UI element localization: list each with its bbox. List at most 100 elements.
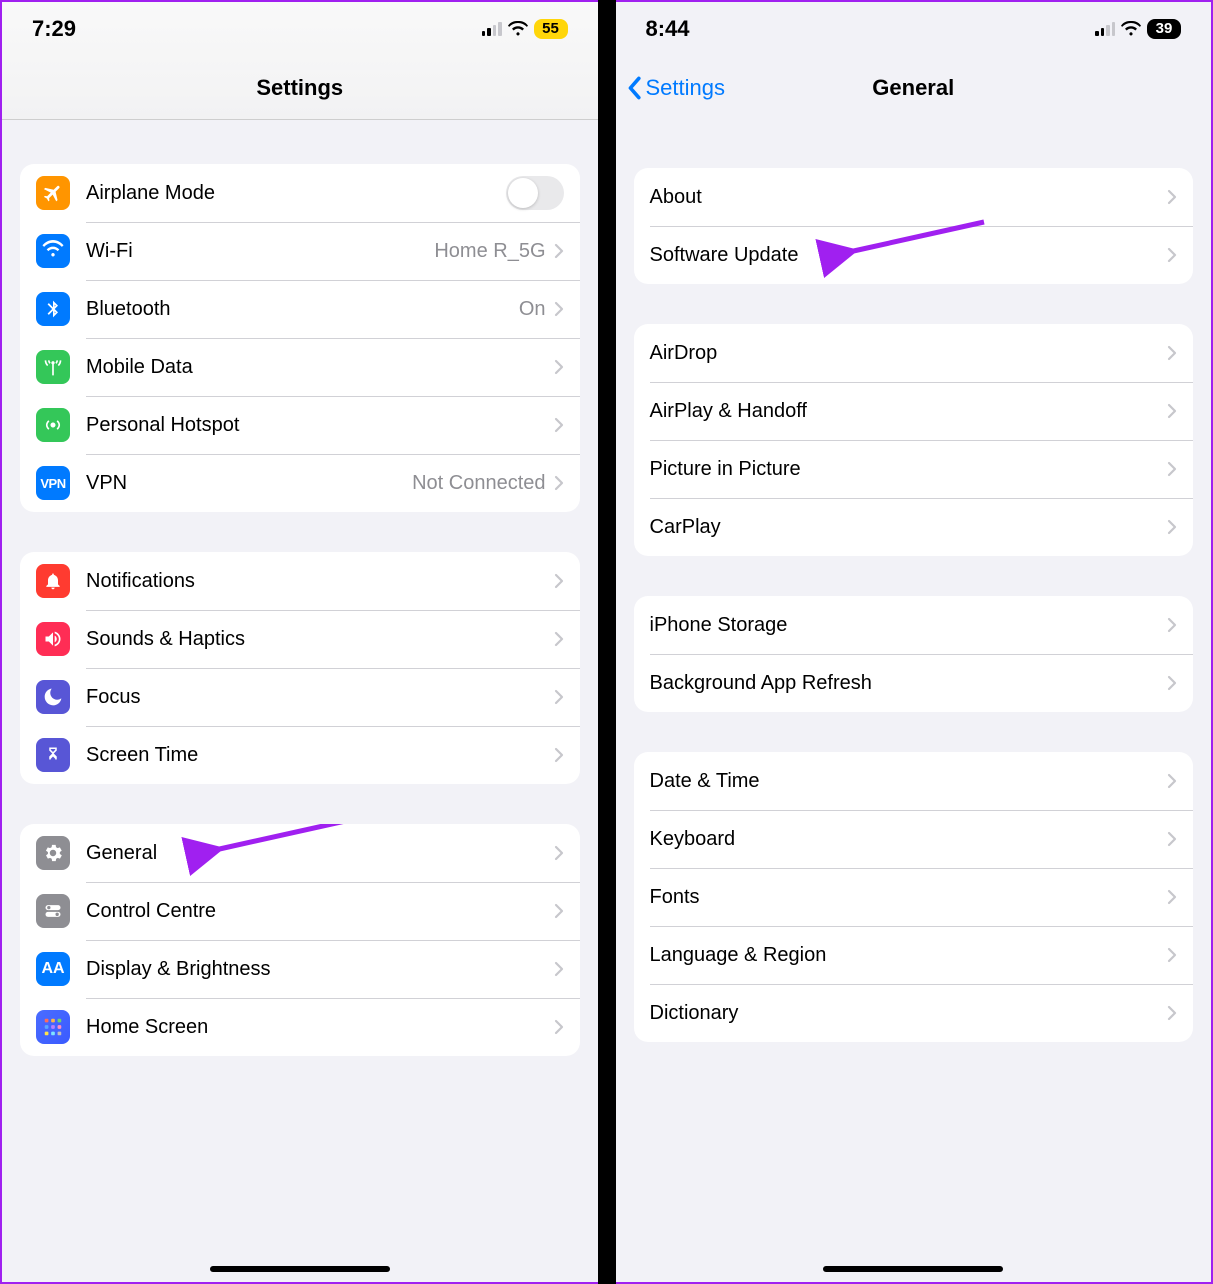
row-wifi[interactable]: Wi-Fi Home R_5G: [20, 222, 580, 280]
chevron-right-icon: [1167, 1005, 1177, 1021]
home-indicator[interactable]: [210, 1266, 390, 1272]
row-label: Focus: [86, 686, 140, 709]
back-label: Settings: [646, 75, 726, 101]
row-detail: Home R_5G: [434, 240, 545, 263]
row-home[interactable]: Home Screen: [20, 998, 580, 1056]
nav-bar: Settings General: [616, 56, 1212, 120]
row-label: Dictionary: [650, 1002, 739, 1025]
signal-icon: [1095, 22, 1115, 36]
chevron-right-icon: [554, 689, 564, 705]
chevron-right-icon: [554, 359, 564, 375]
back-button[interactable]: Settings: [626, 75, 726, 101]
settings-group: Date & Time Keyboard FontsLanguage & Regio…: [634, 752, 1194, 1042]
settings-group: Airplane Mode Wi-Fi Home R_5G Bluetooth On Mo…: [20, 164, 580, 512]
annotation-arrow: [200, 824, 360, 867]
image-divider: [598, 0, 616, 1284]
row-airplane[interactable]: Airplane Mode: [20, 164, 580, 222]
top-area: 7:29 55 Settings: [2, 2, 598, 120]
chevron-right-icon: [1167, 947, 1177, 963]
general-screen: 8:44 39 Settings General About Software U…: [616, 0, 1213, 1284]
row-detail: On: [519, 298, 546, 321]
row-label: Keyboard: [650, 828, 736, 851]
row-sounds[interactable]: Sounds & Haptics: [20, 610, 580, 668]
row-carplay[interactable]: CarPlay: [634, 498, 1194, 556]
row-label: Date & Time: [650, 770, 760, 793]
row-lang[interactable]: Language & Region: [634, 926, 1194, 984]
row-mobile[interactable]: Mobile Data: [20, 338, 580, 396]
row-hotspot[interactable]: Personal Hotspot: [20, 396, 580, 454]
grid-icon: [36, 1010, 70, 1044]
row-storage[interactable]: iPhone Storage: [634, 596, 1194, 654]
row-control[interactable]: Control Centre: [20, 882, 580, 940]
chevron-left-icon: [626, 76, 642, 100]
settings-group: General Control Centre AADisplay & Brightn…: [20, 824, 580, 1056]
row-notifications[interactable]: Notifications: [20, 552, 580, 610]
general-list[interactable]: About Software Update AirDrop AirPlay & Han…: [616, 120, 1212, 1282]
settings-group: Notifications Sounds & Haptics Focus Screen…: [20, 552, 580, 784]
chevron-right-icon: [1167, 247, 1177, 263]
bluetooth-icon: [36, 292, 70, 326]
home-indicator[interactable]: [823, 1266, 1003, 1272]
chevron-right-icon: [554, 747, 564, 763]
row-label: Bluetooth: [86, 298, 171, 321]
row-vpn[interactable]: VPNVPNNot Connected: [20, 454, 580, 512]
row-screentime[interactable]: Screen Time: [20, 726, 580, 784]
chevron-right-icon: [1167, 345, 1177, 361]
row-refresh[interactable]: Background App Refresh: [634, 654, 1194, 712]
row-label: AirPlay & Handoff: [650, 400, 808, 423]
chevron-right-icon: [554, 417, 564, 433]
hourglass-icon: [36, 738, 70, 772]
wifi-status-icon: [1121, 21, 1141, 37]
row-airplay[interactable]: AirPlay & Handoff: [634, 382, 1194, 440]
row-label: Wi-Fi: [86, 240, 133, 263]
settings-screen: 7:29 55 Settings Airplane Mode Wi-Fi Home …: [0, 0, 598, 1284]
row-label: Control Centre: [86, 900, 216, 923]
row-airdrop[interactable]: AirDrop: [634, 324, 1194, 382]
row-label: Picture in Picture: [650, 458, 801, 481]
status-indicators: 55: [482, 19, 568, 39]
chevron-right-icon: [554, 903, 564, 919]
row-pip[interactable]: Picture in Picture: [634, 440, 1194, 498]
row-about[interactable]: About: [634, 168, 1194, 226]
row-label: Personal Hotspot: [86, 414, 239, 437]
toggle-switch[interactable]: [506, 176, 564, 210]
chevron-right-icon: [554, 475, 564, 491]
row-bluetooth[interactable]: Bluetooth On: [20, 280, 580, 338]
row-label: About: [650, 186, 702, 209]
row-label: CarPlay: [650, 516, 721, 539]
settings-group: AirDrop AirPlay & Handoff Picture in Pictu…: [634, 324, 1194, 556]
chevron-right-icon: [554, 243, 564, 259]
wifi-icon: [36, 234, 70, 268]
chevron-right-icon: [554, 631, 564, 647]
row-keyboard[interactable]: Keyboard: [634, 810, 1194, 868]
chevron-right-icon: [1167, 831, 1177, 847]
chevron-right-icon: [1167, 189, 1177, 205]
row-label: VPN: [86, 472, 127, 495]
status-bar: 8:44 39: [616, 2, 1212, 56]
vpn-icon: VPN: [36, 466, 70, 500]
row-dict[interactable]: Dictionary: [634, 984, 1194, 1042]
row-focus[interactable]: Focus: [20, 668, 580, 726]
row-swupdate[interactable]: Software Update: [634, 226, 1194, 284]
chevron-right-icon: [554, 961, 564, 977]
status-time: 8:44: [646, 16, 690, 42]
chevron-right-icon: [1167, 675, 1177, 691]
row-label: General: [86, 842, 157, 865]
row-general[interactable]: General: [20, 824, 580, 882]
bell-icon: [36, 564, 70, 598]
row-display[interactable]: AADisplay & Brightness: [20, 940, 580, 998]
battery-indicator: 55: [534, 19, 568, 39]
signal-icon: [482, 22, 502, 36]
row-fonts[interactable]: Fonts: [634, 868, 1194, 926]
settings-group: About Software Update: [634, 168, 1194, 284]
row-label: Screen Time: [86, 744, 198, 767]
page-title: Settings: [256, 75, 343, 101]
row-label: Background App Refresh: [650, 672, 872, 695]
chevron-right-icon: [554, 301, 564, 317]
row-label: Notifications: [86, 570, 195, 593]
switches-icon: [36, 894, 70, 928]
row-datetime[interactable]: Date & Time: [634, 752, 1194, 810]
row-label: AirDrop: [650, 342, 718, 365]
speaker-icon: [36, 622, 70, 656]
settings-list[interactable]: Airplane Mode Wi-Fi Home R_5G Bluetooth On Mo…: [2, 120, 598, 1282]
